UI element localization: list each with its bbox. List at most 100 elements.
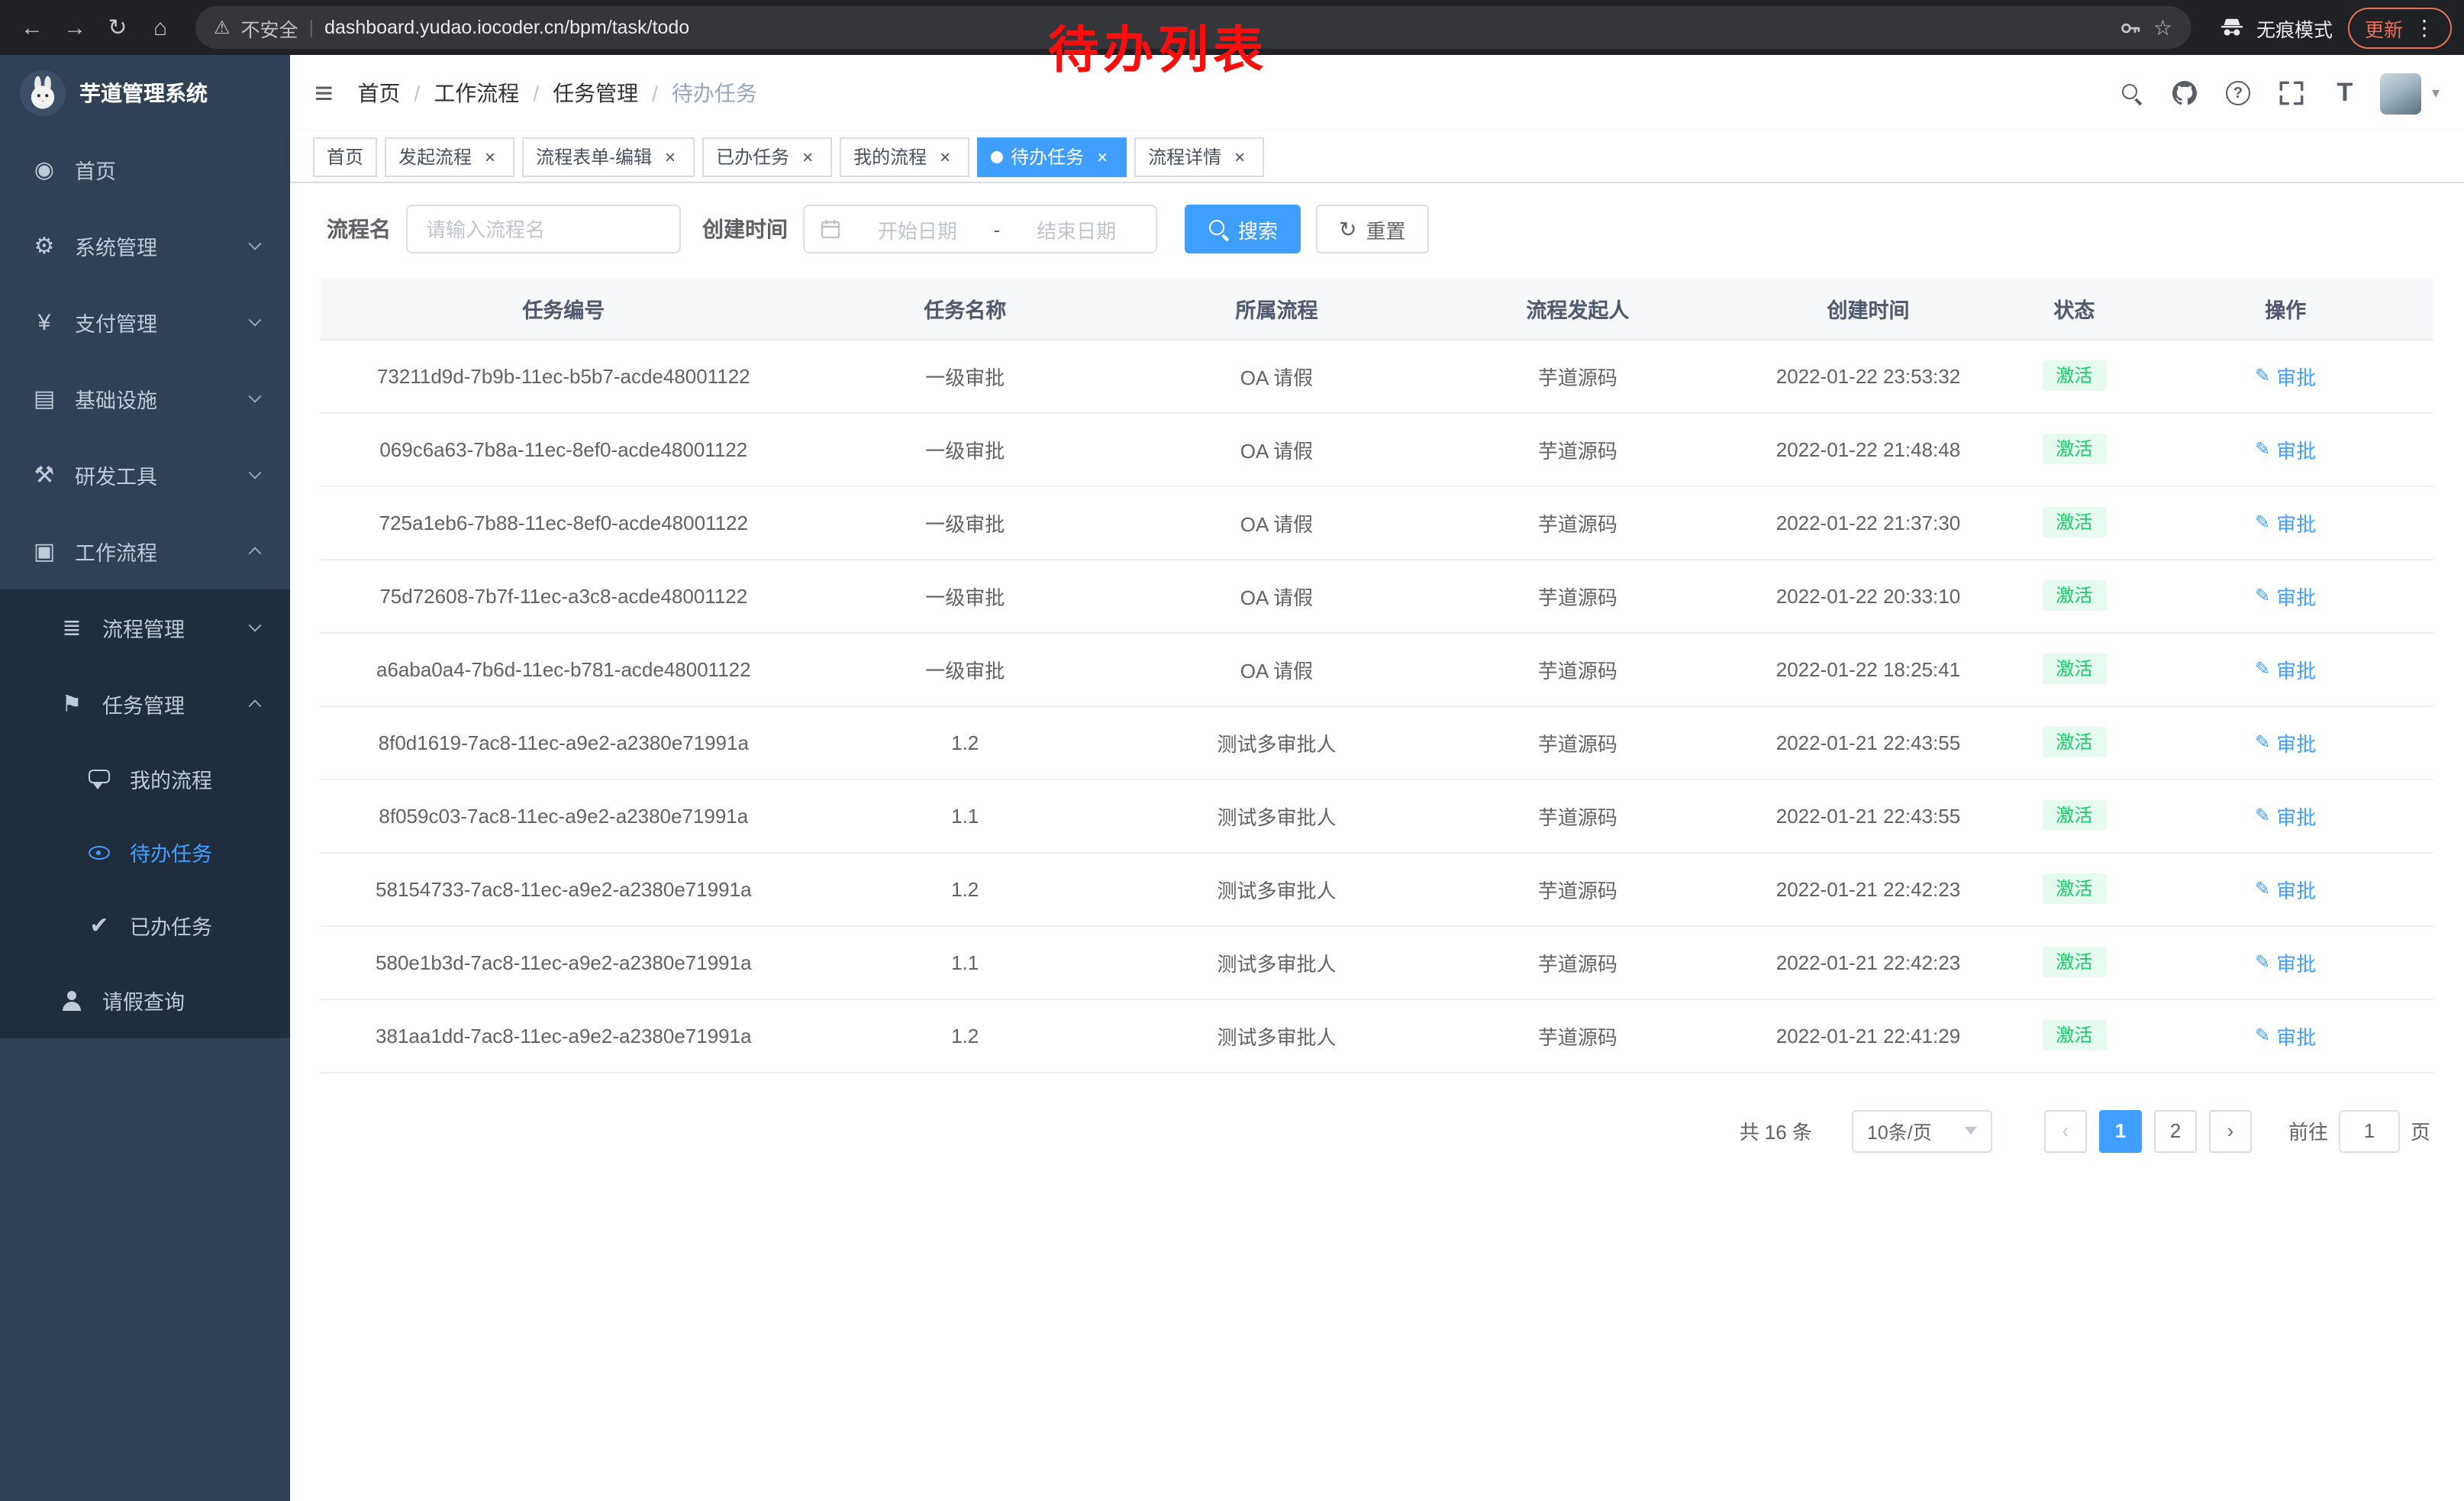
close-icon[interactable]: × — [1092, 146, 1113, 167]
gear-icon: ⚙ — [31, 232, 58, 260]
sidebar-item-workflow[interactable]: ▣ 工作流程 — [0, 513, 290, 589]
col-task-name: 任务名称 — [807, 278, 1124, 339]
date-range-picker[interactable]: 开始日期 - 结束日期 — [803, 205, 1157, 253]
tab-my-processes[interactable]: 我的流程 × — [840, 137, 969, 176]
approve-link[interactable]: ✎ 审批 — [2255, 361, 2316, 390]
warning-icon[interactable]: ⚠ — [214, 17, 231, 38]
sidebar-item-infra[interactable]: ▤ 基础设施 — [0, 360, 290, 437]
close-icon[interactable]: × — [479, 146, 501, 167]
tab-home[interactable]: 首页 — [313, 137, 377, 176]
chevron-down-icon — [249, 314, 262, 327]
tab-done-tasks[interactable]: 已办任务 × — [702, 137, 832, 176]
sidebar-item-devtools[interactable]: ⚒ 研发工具 — [0, 437, 290, 513]
sidebar-collapse-icon[interactable]: ≡ — [314, 77, 334, 109]
breadcrumb-home[interactable]: 首页 — [358, 78, 401, 108]
tab-process-form-edit[interactable]: 流程表单-编辑 × — [522, 137, 695, 176]
breadcrumb-separator: / — [652, 81, 658, 105]
page-button-2[interactable]: 2 — [2154, 1109, 2197, 1152]
bookmark-star-icon[interactable]: ☆ — [2153, 15, 2172, 40]
menu-dots-icon[interactable]: ⋮ — [2414, 15, 2435, 40]
task-row[interactable]: 381aa1dd-7ac8-11ec-a9e2-a2380e71991a 1.2… — [321, 999, 2433, 1072]
task-row[interactable]: 725a1eb6-7b88-11ec-8ef0-acde48001122 一级审… — [321, 486, 2433, 559]
github-icon[interactable] — [2166, 73, 2203, 113]
sidebar-logo[interactable]: 芋道管理系统 — [0, 55, 290, 131]
sidebar-item-done-tasks[interactable]: ✔ 已办任务 — [0, 889, 290, 962]
tab-process-detail[interactable]: 流程详情 × — [1134, 137, 1264, 176]
search-icon[interactable] — [2113, 73, 2150, 113]
edit-icon: ✎ — [2255, 585, 2270, 606]
process-name-input[interactable] — [406, 205, 681, 253]
sidebar-item-task-mgmt[interactable]: ⚑ 任务管理 — [0, 666, 290, 742]
home-icon[interactable]: ⌂ — [140, 8, 180, 47]
forward-icon[interactable]: → — [55, 8, 95, 47]
reset-button[interactable]: ↻ 重置 — [1316, 205, 1429, 253]
sidebar-item-system[interactable]: ⚙ 系统管理 — [0, 208, 290, 284]
tab-start-process[interactable]: 发起流程 × — [385, 137, 514, 176]
breadcrumb-task-mgmt[interactable]: 任务管理 — [553, 78, 638, 108]
help-icon[interactable]: ? — [2220, 73, 2256, 113]
breadcrumb-workflow[interactable]: 工作流程 — [434, 78, 519, 108]
caret-down-icon[interactable]: ▾ — [2432, 85, 2440, 102]
sidebar-item-leave-query[interactable]: 请假查询 — [0, 962, 290, 1038]
approve-link[interactable]: ✎ 审批 — [2255, 947, 2316, 976]
col-created: 创建时间 — [1726, 278, 2011, 339]
page-button-1[interactable]: 1 — [2099, 1109, 2142, 1152]
approve-label: 审批 — [2276, 1021, 2316, 1050]
sidebar-item-payment[interactable]: ¥ 支付管理 — [0, 284, 290, 360]
avatar[interactable] — [2380, 73, 2421, 114]
key-icon[interactable] — [2120, 16, 2143, 39]
app-title: 芋道管理系统 — [79, 78, 208, 108]
update-button[interactable]: 更新 ⋮ — [2348, 7, 2452, 48]
approve-link[interactable]: ✎ 审批 — [2255, 728, 2316, 757]
task-row[interactable]: 8f059c03-7ac8-11ec-a9e2-a2380e71991a 1.1… — [321, 779, 2433, 852]
task-row[interactable]: 75d72608-7b7f-11ec-a3c8-acde48001122 一级审… — [321, 559, 2433, 632]
search-button[interactable]: 搜索 — [1185, 205, 1301, 253]
close-icon[interactable]: × — [934, 146, 956, 167]
dashboard-icon: ◉ — [31, 156, 58, 183]
approve-link[interactable]: ✎ 审批 — [2255, 801, 2316, 830]
close-icon[interactable]: × — [797, 146, 818, 167]
task-row[interactable]: a6aba0a4-7b6d-11ec-b781-acde48001122 一级审… — [321, 632, 2433, 705]
col-actions: 操作 — [2137, 278, 2433, 339]
approve-link[interactable]: ✎ 审批 — [2255, 1021, 2316, 1050]
sidebar-item-label: 请假查询 — [102, 985, 185, 1015]
process-cell: OA 请假 — [1124, 632, 1430, 705]
task-id-cell: a6aba0a4-7b6d-11ec-b781-acde48001122 — [321, 632, 807, 705]
approve-label: 审批 — [2276, 947, 2316, 976]
approve-link[interactable]: ✎ 审批 — [2255, 434, 2316, 463]
tab-todo-tasks[interactable]: 待办任务 × — [977, 137, 1127, 176]
sidebar-item-label: 待办任务 — [130, 837, 212, 867]
sidebar-item-label: 已办任务 — [130, 910, 212, 941]
sidebar-item-my-processes[interactable]: 我的流程 — [0, 742, 290, 815]
edit-icon: ✎ — [2255, 731, 2270, 753]
close-icon[interactable]: × — [660, 146, 681, 167]
approve-link[interactable]: ✎ 审批 — [2255, 874, 2316, 903]
approve-link[interactable]: ✎ 审批 — [2255, 581, 2316, 610]
close-icon[interactable]: × — [1229, 146, 1250, 167]
task-row[interactable]: 8f0d1619-7ac8-11ec-a9e2-a2380e71991a 1.2… — [321, 705, 2433, 779]
task-id-cell: 8f059c03-7ac8-11ec-a9e2-a2380e71991a — [321, 779, 807, 852]
sidebar-item-todo-tasks[interactable]: 待办任务 — [0, 815, 290, 889]
approve-link[interactable]: ✎ 审批 — [2255, 654, 2316, 683]
search-label: 搜索 — [1238, 215, 1278, 244]
fullscreen-icon[interactable] — [2273, 73, 2310, 113]
task-row[interactable]: 73211d9d-7b9b-11ec-b5b7-acde48001122 一级审… — [321, 339, 2433, 412]
approve-link[interactable]: ✎ 审批 — [2255, 508, 2316, 537]
goto-page-input[interactable] — [2339, 1109, 2400, 1152]
font-size-icon[interactable]: T — [2327, 73, 2363, 113]
page-size-select[interactable]: 10条/页 — [1852, 1109, 1992, 1152]
back-icon[interactable]: ← — [12, 8, 52, 47]
next-page-button[interactable]: › — [2209, 1109, 2252, 1152]
task-row[interactable]: 580e1b3d-7ac8-11ec-a9e2-a2380e71991a 1.1… — [321, 925, 2433, 999]
sidebar-item-process-mgmt[interactable]: ≣ 流程管理 — [0, 589, 290, 666]
url-text: dashboard.yudao.iocoder.cn/bpm/task/todo — [324, 17, 689, 38]
sidebar-item-label: 任务管理 — [102, 689, 185, 719]
tab-label: 发起流程 — [398, 144, 472, 169]
task-row[interactable]: 58154733-7ac8-11ec-a9e2-a2380e71991a 1.2… — [321, 852, 2433, 925]
page-size-value: 10条/页 — [1867, 1116, 1932, 1145]
reload-icon[interactable]: ↻ — [98, 8, 137, 47]
sidebar-item-home[interactable]: ◉ 首页 — [0, 131, 290, 208]
task-row[interactable]: 069c6a63-7b8a-11ec-8ef0-acde48001122 一级审… — [321, 412, 2433, 486]
process-cell: 测试多审批人 — [1124, 999, 1430, 1072]
prev-page-button[interactable]: ‹ — [2044, 1109, 2087, 1152]
